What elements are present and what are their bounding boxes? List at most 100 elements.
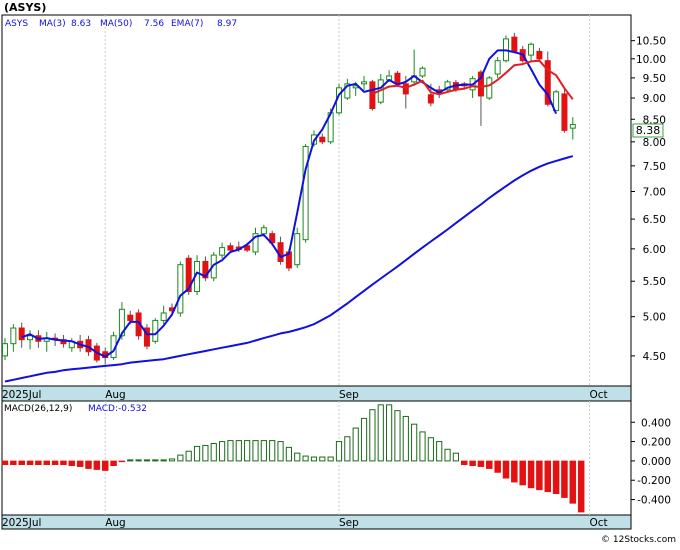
candle-body-up xyxy=(160,312,167,321)
candle-body-down xyxy=(427,94,434,104)
macd-y-tick-label: 0.400 xyxy=(641,417,671,429)
macd-bar-negative xyxy=(10,460,17,466)
candle-body-down xyxy=(127,314,134,321)
legend-ema7-label: EMA(7) xyxy=(171,19,203,29)
macd-bar-positive xyxy=(411,423,418,462)
price-y-tick-label: 7.00 xyxy=(643,187,666,199)
candle-body-down xyxy=(536,50,543,60)
candle-body-up xyxy=(2,343,8,357)
macd-bar-negative xyxy=(35,460,42,466)
macd-bar-positive xyxy=(227,440,234,462)
macd-bar-positive xyxy=(352,427,359,462)
chart-title: (ASYS) xyxy=(4,1,46,14)
macd-bar-negative xyxy=(85,460,92,469)
candle-body-up xyxy=(260,227,267,235)
macd-bar-negative xyxy=(118,460,126,463)
candle-body-up xyxy=(152,319,159,342)
macd-bar-positive xyxy=(235,440,242,462)
macd-bar-negative xyxy=(544,460,551,493)
macd-bar-positive xyxy=(168,458,176,462)
macd-y-tick-label: 0.000 xyxy=(641,456,671,468)
macd-bar-positive xyxy=(302,455,309,462)
candle-body-down xyxy=(277,242,284,262)
macd-bar-positive xyxy=(244,440,251,462)
price-y-tick-label: 8.00 xyxy=(643,137,666,149)
legend-ema7-value: 8.97 xyxy=(217,19,237,29)
macd-x-tick-label: Sep xyxy=(339,517,359,529)
macd-value-label: MACD:-0.532 xyxy=(88,404,147,414)
macd-bar-negative xyxy=(519,460,526,486)
macd-bar-positive xyxy=(152,459,159,462)
macd-bar-positive xyxy=(402,415,409,462)
macd-bar-positive xyxy=(369,409,376,462)
macd-bar-positive xyxy=(327,456,334,462)
macd-bar-negative xyxy=(477,460,485,467)
candle-body-up xyxy=(361,81,368,85)
macd-bar-positive xyxy=(377,404,384,462)
macd-bar-positive xyxy=(386,404,393,462)
candle-body-up xyxy=(10,327,17,345)
macd-bar-positive xyxy=(143,459,151,462)
macd-bar-positive xyxy=(269,440,276,462)
macd-bar-positive xyxy=(193,445,201,462)
macd-bar-positive xyxy=(219,441,226,462)
price-y-tick-label: 10.00 xyxy=(636,54,666,66)
legend-ma50-value: 7.56 xyxy=(144,19,164,29)
macd-bar-positive xyxy=(127,459,134,462)
macd-bar-positive xyxy=(419,431,426,462)
candle-body-down xyxy=(319,136,326,143)
candle-body-up xyxy=(27,335,34,341)
macd-bar-positive xyxy=(260,440,267,462)
macd-bar-negative xyxy=(461,460,468,466)
legend-symbol: ASYS xyxy=(5,19,28,29)
macd-x-tick-label: Aug xyxy=(105,517,126,529)
macd-bar-negative xyxy=(469,460,476,466)
macd-bar-positive xyxy=(360,417,368,462)
macd-bar-negative xyxy=(1,460,9,466)
legend-ma3-label: MA(3) xyxy=(39,19,66,29)
price-x-tick-label: Sep xyxy=(339,389,359,401)
macd-bar-negative xyxy=(26,460,34,466)
candle-body-down xyxy=(227,245,234,251)
macd-bar-positive xyxy=(202,444,209,462)
price-x-tick-label: Oct xyxy=(590,389,608,401)
candle-body-up xyxy=(528,43,535,56)
macd-bar-negative xyxy=(76,460,84,467)
stock-chart: 4.50 5.00 5.50 6.00 6.50 7.00 7.50 8.00 8.50 9.00… xyxy=(0,0,680,546)
candle-body-down xyxy=(18,327,25,341)
macd-bar-negative xyxy=(51,460,59,466)
watermark: © 12Stocks.com xyxy=(601,535,676,545)
macd-bar-negative xyxy=(561,460,568,498)
macd-bar-positive xyxy=(344,436,351,462)
macd-y-tick-label: 0.200 xyxy=(641,437,671,449)
price-y-tick-label: 5.00 xyxy=(643,312,666,324)
candle-body-down xyxy=(561,93,568,131)
last-price-label: 8.38 xyxy=(636,124,661,137)
legend-ma3-value: 8.63 xyxy=(71,19,91,29)
macd-bar-negative xyxy=(511,460,518,483)
macd-bar-positive xyxy=(135,459,142,462)
chart-canvas: 4.505.005.506.006.507.007.508.008.509.00… xyxy=(1,1,676,545)
macd-bar-negative xyxy=(110,460,117,466)
macd-bar-positive xyxy=(427,437,434,462)
macd-bar-positive xyxy=(210,443,217,462)
macd-bar-negative xyxy=(577,460,585,513)
candle-body-down xyxy=(369,81,376,109)
macd-bar-negative xyxy=(486,460,493,469)
price-panel-frame xyxy=(1,14,632,387)
macd-bar-negative xyxy=(494,460,501,473)
macd-bar-positive xyxy=(160,459,167,462)
macd-x-tick-label: 2025Jul xyxy=(2,517,41,529)
macd-bar-negative xyxy=(552,460,560,494)
macd-bar-negative xyxy=(93,460,101,470)
macd-bar-positive xyxy=(294,452,301,462)
macd-bar-positive xyxy=(394,410,401,462)
price-date-axis-band xyxy=(1,385,632,402)
candle-body-up xyxy=(419,67,426,77)
macd-bar-positive xyxy=(319,456,326,462)
candle-body-down xyxy=(402,83,409,95)
macd-bar-positive xyxy=(444,448,451,462)
macd-y-tick-label: -0.200 xyxy=(637,475,671,487)
macd-bar-positive xyxy=(177,454,184,462)
macd-bar-negative xyxy=(569,460,577,504)
